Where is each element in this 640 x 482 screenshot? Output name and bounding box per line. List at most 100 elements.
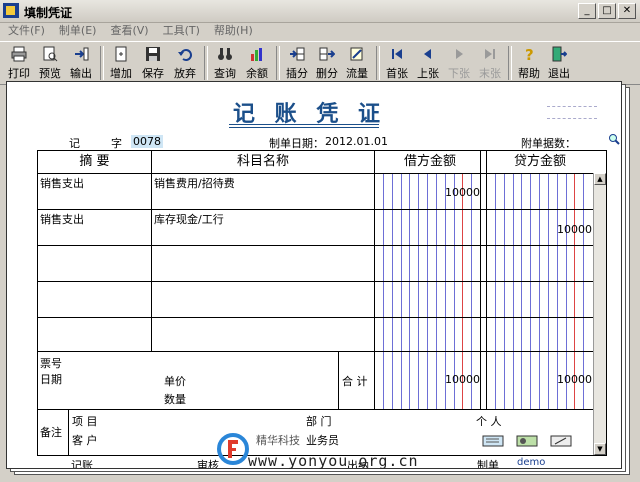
- prev-button[interactable]: 上张: [413, 44, 443, 82]
- total-credit: 10000: [557, 373, 592, 386]
- dept-label: 部 门: [306, 415, 332, 428]
- save-button[interactable]: 保存: [138, 44, 168, 82]
- person-card-icon[interactable]: [516, 435, 538, 447]
- row1-summary[interactable]: 销售支出: [40, 175, 84, 191]
- total-debit: 10000: [445, 373, 480, 386]
- date-field[interactable]: 2012.01.01: [325, 135, 388, 148]
- date-label: 制单日期：: [269, 137, 324, 150]
- ticket-no-label: 票号: [40, 357, 62, 370]
- flow-icon: [350, 47, 363, 61]
- balance-button[interactable]: 余额: [242, 44, 272, 82]
- last-page-icon: [485, 49, 495, 59]
- menu-bar: 文件(F) 制单(E) 查看(V) 工具(T) 帮助(H): [0, 22, 640, 40]
- exit-label: 退出: [548, 67, 570, 80]
- vertical-scrollbar[interactable]: ▲ ▼: [593, 173, 606, 455]
- menu-edit[interactable]: 制单(E): [59, 22, 97, 40]
- url-watermark: www.yonyou.org.cn: [248, 452, 419, 470]
- query-label: 查询: [214, 67, 236, 80]
- flow-button[interactable]: 流量: [342, 44, 372, 82]
- first-page-icon: [392, 49, 402, 59]
- toolbar: 打印 预览 输出 增加 保存 放弃 查询 余额 插分 删分 流量 首张 上张 下…: [0, 41, 640, 85]
- maximize-button[interactable]: □: [598, 3, 616, 19]
- attachments-label: 附单据数：: [521, 137, 576, 150]
- add-label: 增加: [110, 67, 132, 80]
- print-button[interactable]: 打印: [4, 44, 34, 82]
- export-button[interactable]: 输出: [66, 44, 96, 82]
- minimize-button[interactable]: _: [578, 3, 596, 19]
- exit-button[interactable]: 退出: [544, 44, 574, 82]
- voucher-type-label: 记: [69, 137, 80, 150]
- delete-row-button[interactable]: 删分: [312, 44, 342, 82]
- balance-label: 余额: [246, 67, 268, 80]
- voucher-number-field[interactable]: 0078: [131, 135, 163, 148]
- voucher-grid: 摘 要 科目名称 借方金额 贷方金额 销售支出 销售费用/招待费 10000 销…: [37, 150, 607, 456]
- floppy-disk-icon: [146, 47, 160, 61]
- menu-view[interactable]: 查看(V): [110, 22, 148, 40]
- insert-row-button[interactable]: 插分: [282, 44, 312, 82]
- header-summary: 摘 要: [79, 154, 110, 169]
- note-label: 备注: [40, 426, 62, 439]
- brand-watermark: 精华科技: [256, 434, 300, 447]
- next-icon: [456, 49, 463, 59]
- insert-row-label: 插分: [286, 67, 308, 80]
- menu-help[interactable]: 帮助(H): [214, 22, 253, 40]
- last-label: 末张: [479, 67, 501, 80]
- svg-text:?: ?: [525, 46, 534, 62]
- undo-icon: [178, 49, 192, 61]
- help-label: 帮助: [518, 67, 540, 80]
- close-button[interactable]: ✕: [618, 3, 636, 19]
- flow-label: 流量: [346, 67, 368, 80]
- row2-summary[interactable]: 销售支出: [40, 211, 84, 227]
- scroll-down-arrow[interactable]: ▼: [594, 443, 606, 455]
- row2-credit[interactable]: 10000: [486, 223, 592, 236]
- header-debit: 借方金额: [403, 154, 456, 169]
- printer-icon: [11, 46, 27, 62]
- app-icon: [3, 3, 19, 18]
- voucher-number-label: 字: [111, 137, 122, 150]
- total-label: 合 计: [342, 375, 368, 388]
- delete-row-label: 删分: [316, 67, 338, 80]
- edit-card-icon[interactable]: [550, 435, 572, 447]
- date-row-label: 日期: [40, 373, 62, 386]
- binoculars-icon: [218, 48, 232, 60]
- discard-button[interactable]: 放弃: [170, 44, 200, 82]
- save-label: 保存: [142, 67, 164, 80]
- preview-button[interactable]: 预览: [35, 44, 65, 82]
- person-label: 个 人: [476, 415, 502, 428]
- maker-name: demo: [517, 457, 546, 468]
- voucher-document: 记 账 凭 证 记 字 0078 制单日期： 2012.01.01 附单据数： …: [6, 81, 622, 469]
- search-icon[interactable]: [608, 133, 620, 145]
- header-credit: 贷方金额: [513, 154, 566, 169]
- next-button[interactable]: 下张: [444, 44, 474, 82]
- scroll-up-arrow[interactable]: ▲: [594, 173, 606, 185]
- delete-row-icon: [319, 47, 335, 61]
- exit-door-icon: [552, 46, 567, 62]
- last-button[interactable]: 末张: [475, 44, 505, 82]
- preview-icon: [43, 46, 58, 62]
- bar-chart-icon: [251, 48, 262, 61]
- new-document-icon: [115, 46, 127, 62]
- row1-account[interactable]: 销售费用/招待费: [154, 175, 235, 191]
- help-button[interactable]: ? 帮助: [514, 44, 544, 82]
- first-label: 首张: [386, 67, 408, 80]
- logo-icon: [217, 433, 249, 465]
- salesman-label: 业务员: [306, 434, 339, 447]
- add-button[interactable]: 增加: [106, 44, 136, 82]
- note-card-icon[interactable]: [482, 435, 504, 447]
- title-bar: 填制凭证 _ □ ✕: [0, 0, 640, 23]
- price-label: 单价: [164, 375, 186, 388]
- insert-row-icon: [290, 47, 305, 61]
- previous-icon: [424, 49, 431, 59]
- first-button[interactable]: 首张: [382, 44, 412, 82]
- menu-file[interactable]: 文件(F): [8, 22, 45, 40]
- query-button[interactable]: 查询: [210, 44, 240, 82]
- prev-label: 上张: [417, 67, 439, 80]
- discard-label: 放弃: [174, 67, 196, 80]
- row2-account[interactable]: 库存现金/工行: [154, 211, 224, 227]
- bookkeeping-label: 记账: [71, 459, 93, 469]
- next-label: 下张: [448, 67, 470, 80]
- project-label: 项 目: [72, 415, 98, 428]
- menu-tools[interactable]: 工具(T): [163, 22, 200, 40]
- window-title: 填制凭证: [24, 6, 73, 20]
- row1-debit[interactable]: 10000: [374, 186, 480, 199]
